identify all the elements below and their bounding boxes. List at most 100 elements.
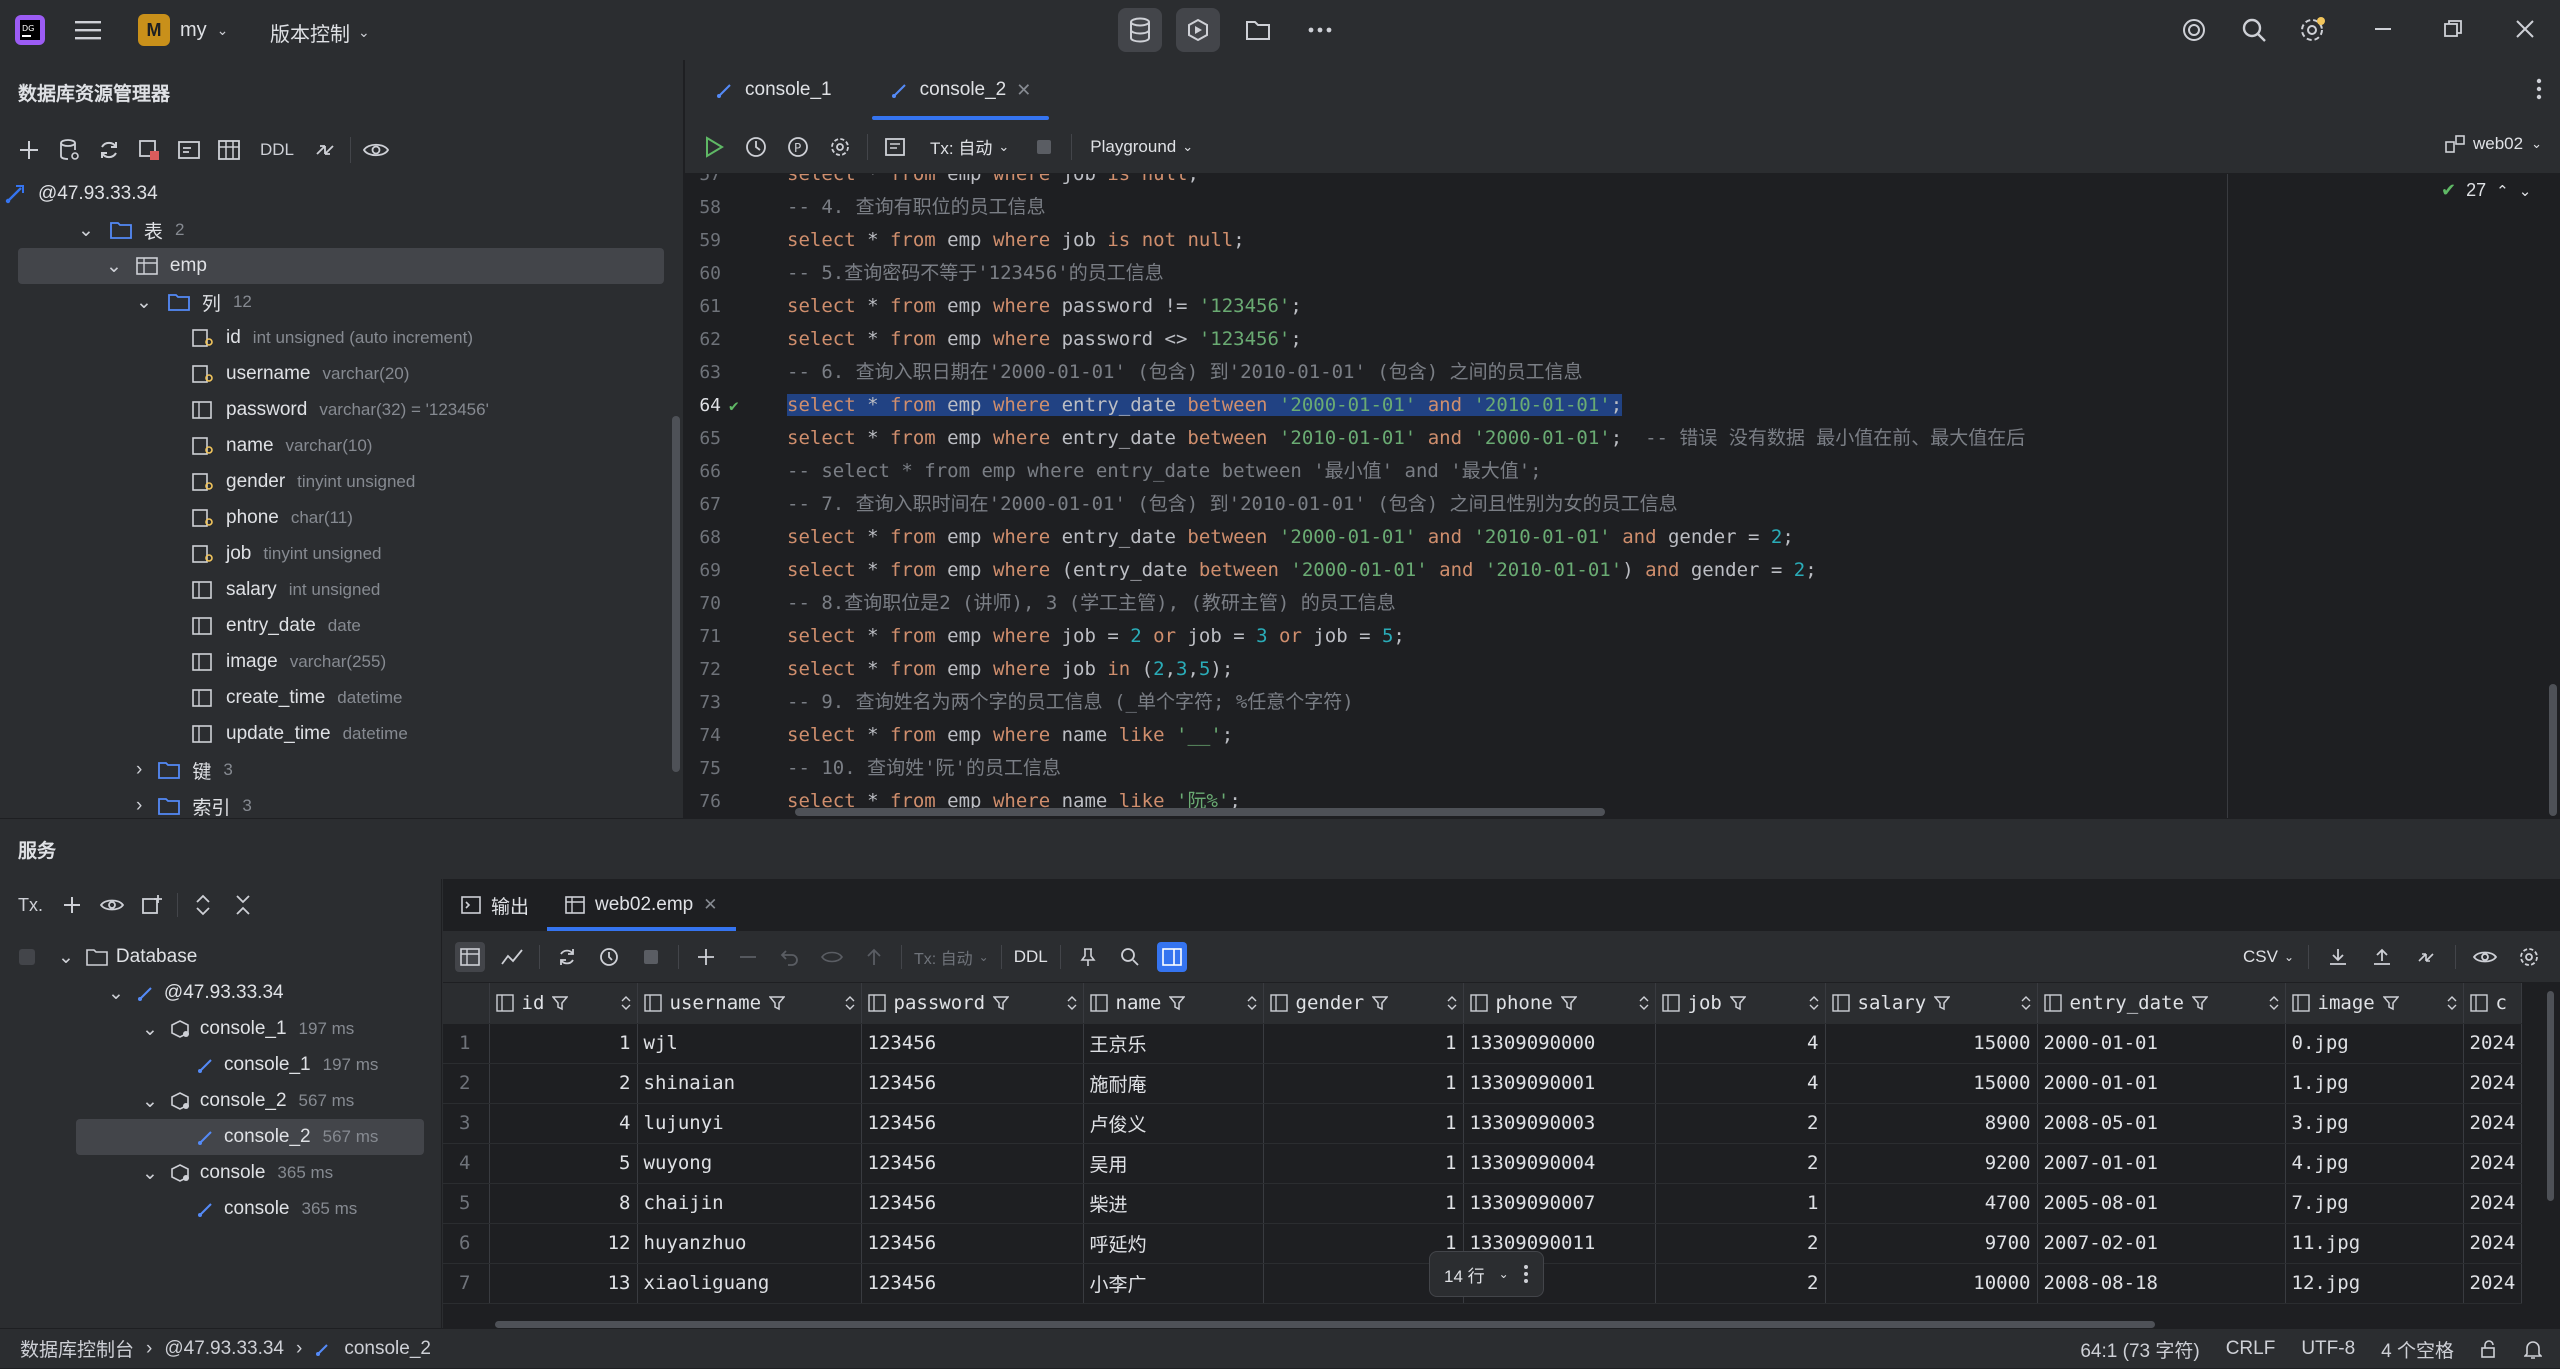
filter-icon[interactable] (1934, 995, 1951, 1011)
cell-gender[interactable]: 1 (1263, 1183, 1464, 1224)
settings-gear-icon[interactable] (2290, 8, 2334, 52)
cell-name[interactable]: 施耐庵 (1083, 1063, 1264, 1104)
sort-icon[interactable] (2447, 995, 2457, 1011)
disconnect-icon[interactable] (134, 135, 164, 165)
cell-image[interactable]: 3.jpg (2285, 1103, 2464, 1144)
add-row-icon[interactable] (691, 942, 721, 972)
code-line[interactable]: select * from emp where job = 2 or job =… (787, 620, 1405, 653)
tree-session[interactable]: console_1 197 ms (196, 1047, 378, 1083)
tab-output[interactable]: 输出 (443, 879, 547, 931)
breadcrumb-item[interactable]: 数据库控制台 (20, 1335, 134, 1362)
column-header-salary[interactable]: salary (1825, 983, 2038, 1024)
cell-id[interactable]: 4 (489, 1103, 638, 1144)
cell-c[interactable]: 2024 (2463, 1023, 2523, 1064)
services-run-icon[interactable] (1176, 8, 1220, 52)
line-separator[interactable]: CRLF (2226, 1338, 2276, 1360)
cell-entry-date[interactable]: 2005-08-01 (2037, 1183, 2286, 1224)
settings-icon[interactable] (2514, 942, 2544, 972)
new-session-icon[interactable] (137, 890, 167, 920)
filter-icon[interactable] (552, 995, 569, 1011)
cell-username[interactable]: shinaian (637, 1063, 862, 1104)
cell-c[interactable]: 2024 (2463, 1223, 2523, 1264)
cell-name[interactable]: 卢俊义 (1083, 1103, 1264, 1144)
code-line[interactable]: select * from emp where entry_date betwe… (787, 521, 1794, 554)
eye-icon[interactable] (97, 890, 127, 920)
cell-salary[interactable]: 9700 (1825, 1223, 2038, 1264)
tx-button[interactable]: Tx. (14, 895, 47, 916)
compare-icon[interactable] (2411, 942, 2441, 972)
tree-database-root[interactable]: ⌄ Database (18, 939, 197, 975)
add-icon[interactable] (57, 890, 87, 920)
settings-icon[interactable] (825, 132, 855, 162)
column-header-name[interactable]: name (1083, 983, 1264, 1024)
cell-id[interactable]: 5 (489, 1143, 638, 1184)
grid-vertical-scrollbar[interactable] (2547, 991, 2554, 1201)
caret-position[interactable]: 64:1 (73 字符) (2080, 1336, 2199, 1363)
more-icon[interactable] (1298, 8, 1342, 52)
delete-row-icon[interactable] (733, 942, 763, 972)
jump-icon[interactable] (310, 135, 340, 165)
tree-column-entry-date[interactable]: entry_date date (192, 608, 361, 644)
sort-icon[interactable] (621, 995, 631, 1011)
cell-job[interactable]: 2 (1655, 1103, 1826, 1144)
cell-name[interactable]: 小李广 (1083, 1263, 1264, 1304)
cell-salary[interactable]: 10000 (1825, 1263, 2038, 1304)
main-menu-icon[interactable] (66, 8, 110, 52)
folder-icon[interactable] (1236, 8, 1280, 52)
column-header-job[interactable]: job (1655, 983, 1826, 1024)
explain-plan-icon[interactable]: P (783, 132, 813, 162)
code-comment-line[interactable]: -- 6. 查询入职日期在'2000-01-01' (包含) 到'2010-01… (787, 356, 1583, 389)
cell-password[interactable]: 123456 (861, 1183, 1084, 1224)
cell-c[interactable]: 2024 (2463, 1063, 2523, 1104)
tree-table-emp[interactable]: ⌄ emp (18, 248, 664, 284)
code-line[interactable]: select * from emp where password != '123… (787, 290, 1302, 323)
tree-column-create-time[interactable]: create_time datetime (192, 680, 402, 716)
code-line[interactable]: select * from emp where job is null; (787, 174, 1199, 191)
sort-icon[interactable] (1447, 995, 1457, 1011)
ddl-button[interactable]: DDL (1014, 947, 1048, 967)
cell-image[interactable]: 7.jpg (2285, 1183, 2464, 1224)
chevron-up-icon[interactable]: ⌃ (2496, 182, 2509, 200)
cell-id[interactable]: 2 (489, 1063, 638, 1104)
cell-phone[interactable]: 13309090001 (1463, 1063, 1656, 1104)
notifications-bell-icon[interactable] (2524, 1339, 2542, 1359)
tree-column-salary[interactable]: salary int unsigned (192, 572, 380, 608)
download-icon[interactable] (2323, 942, 2353, 972)
cell-id[interactable]: 8 (489, 1183, 638, 1224)
cell-phone[interactable]: 13309090004 (1463, 1143, 1656, 1184)
cell-gender[interactable]: 1 (1263, 1063, 1464, 1104)
cell-username[interactable]: chaijin (637, 1183, 862, 1224)
cell-gender[interactable]: 1 (1263, 1103, 1464, 1144)
column-header-username[interactable]: username (637, 983, 862, 1024)
cell-password[interactable]: 123456 (861, 1143, 1084, 1184)
cell-name[interactable]: 柴进 (1083, 1183, 1264, 1224)
sort-icon[interactable] (1639, 995, 1649, 1011)
filter-icon[interactable] (1372, 995, 1389, 1011)
tx-mode-dropdown[interactable]: Tx: 自动 ⌄ (914, 945, 989, 969)
filter-icon[interactable] (1729, 995, 1746, 1011)
submit-icon[interactable] (859, 942, 889, 972)
pin-icon[interactable] (1073, 942, 1103, 972)
datagrip-logo-icon[interactable]: DG (14, 14, 46, 46)
eye-icon[interactable] (361, 135, 391, 165)
stop-icon[interactable] (636, 942, 666, 972)
horizontal-scrollbar[interactable] (795, 808, 1605, 816)
cell-password[interactable]: 123456 (861, 1223, 1084, 1264)
refresh-icon[interactable] (94, 135, 124, 165)
column-header-password[interactable]: password (861, 983, 1084, 1024)
cell-job[interactable]: 2 (1655, 1263, 1826, 1304)
cell-entry-date[interactable]: 2000-01-01 (2037, 1063, 2286, 1104)
stop-icon[interactable] (1029, 132, 1059, 162)
cell-salary[interactable]: 4700 (1825, 1183, 2038, 1224)
filter-icon[interactable] (1560, 995, 1577, 1011)
sort-icon[interactable] (1809, 995, 1819, 1011)
close-tab-icon[interactable]: ✕ (703, 895, 717, 915)
tab-console-2[interactable]: console_2 ✕ (871, 60, 1050, 120)
minimize-icon[interactable] (2372, 18, 2394, 40)
tree-column-name[interactable]: name varchar(10) (192, 428, 372, 464)
code-line[interactable]: select * from emp where job is not null; (787, 224, 1245, 257)
upload-icon[interactable] (2367, 942, 2397, 972)
code-area[interactable]: 57 select * from emp where job is null; 58… (685, 174, 2560, 818)
column-header-image[interactable]: image (2285, 983, 2464, 1024)
database-icon[interactable] (1118, 8, 1162, 52)
